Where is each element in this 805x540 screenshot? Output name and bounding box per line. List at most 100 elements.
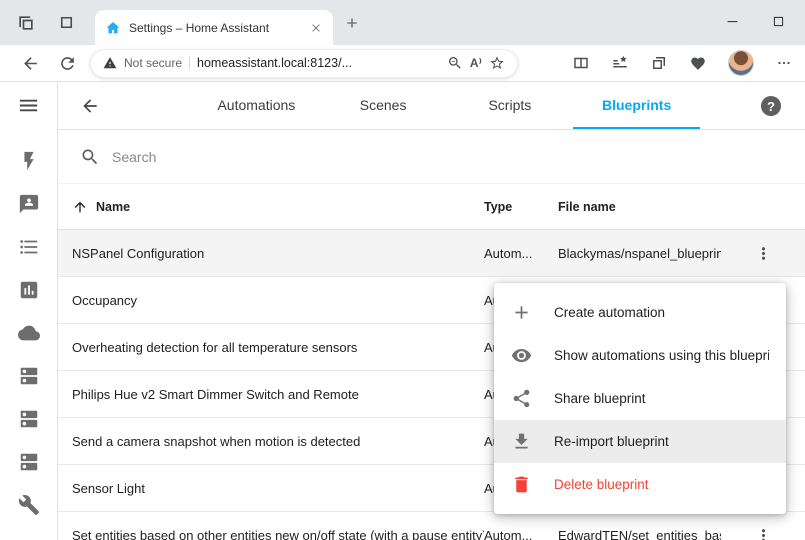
sidebar-item-chart[interactable] xyxy=(18,268,40,311)
row-name: Occupancy xyxy=(58,293,484,308)
profile-avatar[interactable] xyxy=(728,50,754,76)
tab-automations[interactable]: Automations xyxy=(193,82,320,129)
row-menu-button[interactable] xyxy=(721,526,805,540)
browser-essentials-icon[interactable] xyxy=(689,54,707,72)
security-label: Not secure xyxy=(124,56,182,70)
home-assistant-app: AutomationsScenesScriptsBlueprints ? Nam… xyxy=(0,82,805,540)
plus-icon xyxy=(511,302,532,323)
menu-item-label: Re-import blueprint xyxy=(554,434,669,449)
sidebar-item-dns[interactable] xyxy=(18,397,40,440)
menu-item-share-blueprint[interactable]: Share blueprint xyxy=(494,377,786,420)
column-file-label: File name xyxy=(558,200,616,214)
tab-title: Settings – Home Assistant xyxy=(129,21,301,35)
row-name: Overheating detection for all temperatur… xyxy=(58,340,484,355)
new-tab-button[interactable] xyxy=(344,15,360,31)
dns-icon xyxy=(18,408,40,430)
menu-item-re-import-blueprint[interactable]: Re-import blueprint xyxy=(494,420,786,463)
search-input[interactable] xyxy=(112,149,805,165)
context-menu-items: Create automation Show automations using … xyxy=(494,291,786,506)
sidebar xyxy=(0,82,58,540)
sidebar-item-wrench[interactable] xyxy=(18,483,40,526)
trash-icon xyxy=(511,474,532,495)
browser-toolbar: Not secure homeassistant.local:8123/... … xyxy=(0,45,805,82)
kebab-icon xyxy=(754,244,773,263)
tab-scripts[interactable]: Scripts xyxy=(447,82,574,129)
sidebar-item-list[interactable] xyxy=(18,225,40,268)
collections-icon[interactable] xyxy=(650,54,668,72)
screen: Settings – Home Assistant Not secure hom… xyxy=(0,0,805,540)
menu-item-delete-blueprint[interactable]: Delete blueprint xyxy=(494,463,786,506)
read-aloud-icon[interactable]: A⁾ xyxy=(470,55,482,71)
tab-actions-icon[interactable] xyxy=(57,13,76,32)
split-screen-icon[interactable] xyxy=(572,54,590,72)
zoom-out-icon[interactable] xyxy=(447,55,463,71)
page-back-button[interactable] xyxy=(80,96,100,116)
row-menu-button[interactable] xyxy=(721,244,805,263)
browser-titlebar: Settings – Home Assistant xyxy=(0,0,805,45)
sidebar-items xyxy=(18,139,40,526)
row-type: Autom... xyxy=(484,528,558,540)
menu-item-label: Delete blueprint xyxy=(554,477,649,492)
menu-item-label: Share blueprint xyxy=(554,391,646,406)
row-file: Blackymas/nspanel_blueprin... xyxy=(558,246,721,261)
favorite-star-icon[interactable] xyxy=(489,55,505,71)
workspaces-icon[interactable] xyxy=(16,13,36,33)
eye-icon xyxy=(511,345,532,366)
row-name: Sensor Light xyxy=(58,481,484,496)
search-bar[interactable] xyxy=(58,130,805,184)
sidebar-item-dns[interactable] xyxy=(18,440,40,483)
dns-icon xyxy=(18,451,40,473)
context-menu: Create automation Show automations using … xyxy=(494,283,786,514)
row-name: Send a camera snapshot when motion is de… xyxy=(58,434,484,449)
list-icon xyxy=(18,236,40,258)
browser-back-button[interactable] xyxy=(21,54,40,73)
column-header-type[interactable]: Type xyxy=(484,200,558,214)
row-name: Set entities based on other entities new… xyxy=(58,528,484,540)
flash-icon xyxy=(18,150,40,172)
url-text[interactable]: homeassistant.local:8123/... xyxy=(197,56,440,70)
window-minimize-button[interactable] xyxy=(724,13,741,30)
sort-ascending-icon xyxy=(72,199,88,215)
browser-menu-icon[interactable] xyxy=(775,54,793,72)
window-maximize-button[interactable] xyxy=(770,13,787,30)
chart-icon xyxy=(18,279,40,301)
sidebar-menu-icon[interactable] xyxy=(17,94,40,117)
table-row[interactable]: Set entities based on other entities new… xyxy=(58,512,805,540)
browser-refresh-button[interactable] xyxy=(58,54,77,73)
address-bar[interactable]: Not secure homeassistant.local:8123/... … xyxy=(90,49,518,78)
page-header: AutomationsScenesScriptsBlueprints ? xyxy=(58,82,805,130)
search-icon xyxy=(80,147,100,167)
share-icon xyxy=(511,388,532,409)
column-name-label: Name xyxy=(96,200,130,214)
home-assistant-favicon xyxy=(105,20,121,36)
address-divider xyxy=(189,56,190,70)
sidebar-item-dns[interactable] xyxy=(18,354,40,397)
sidebar-item-flash[interactable] xyxy=(18,139,40,182)
table-row[interactable]: NSPanel ConfigurationAutom...Blackymas/n… xyxy=(58,230,805,277)
favorites-icon[interactable] xyxy=(611,54,629,72)
download-icon xyxy=(511,431,532,452)
cloud-icon xyxy=(18,322,40,344)
row-type: Autom... xyxy=(484,246,558,261)
wrench-icon xyxy=(18,494,40,516)
column-header-file[interactable]: File name xyxy=(558,200,721,214)
column-header-name[interactable]: Name xyxy=(58,199,484,215)
table-header: Name Type File name xyxy=(58,184,805,230)
help-button[interactable]: ? xyxy=(761,96,781,116)
tab-scenes[interactable]: Scenes xyxy=(320,82,447,129)
menu-item-label: Create automation xyxy=(554,305,665,320)
browser-tab[interactable]: Settings – Home Assistant xyxy=(95,10,333,45)
tab-blueprints[interactable]: Blueprints xyxy=(573,82,700,129)
menu-item-show-automations-using-this-blueprint[interactable]: Show automations using this blueprint xyxy=(494,334,786,377)
toolbar-right-icons xyxy=(572,50,793,76)
sidebar-item-assist[interactable] xyxy=(18,182,40,225)
not-secure-icon[interactable] xyxy=(103,56,117,70)
menu-item-label: Show automations using this blueprint xyxy=(554,348,769,363)
row-name: Philips Hue v2 Smart Dimmer Switch and R… xyxy=(58,387,484,402)
nav-tabs: AutomationsScenesScriptsBlueprints xyxy=(193,82,700,129)
tab-close-icon[interactable] xyxy=(309,21,323,35)
sidebar-item-cloud[interactable] xyxy=(18,311,40,354)
row-file: EdwardTEN/set_entities_bas... xyxy=(558,528,721,540)
menu-item-create-automation[interactable]: Create automation xyxy=(494,291,786,334)
row-name: NSPanel Configuration xyxy=(58,246,484,261)
